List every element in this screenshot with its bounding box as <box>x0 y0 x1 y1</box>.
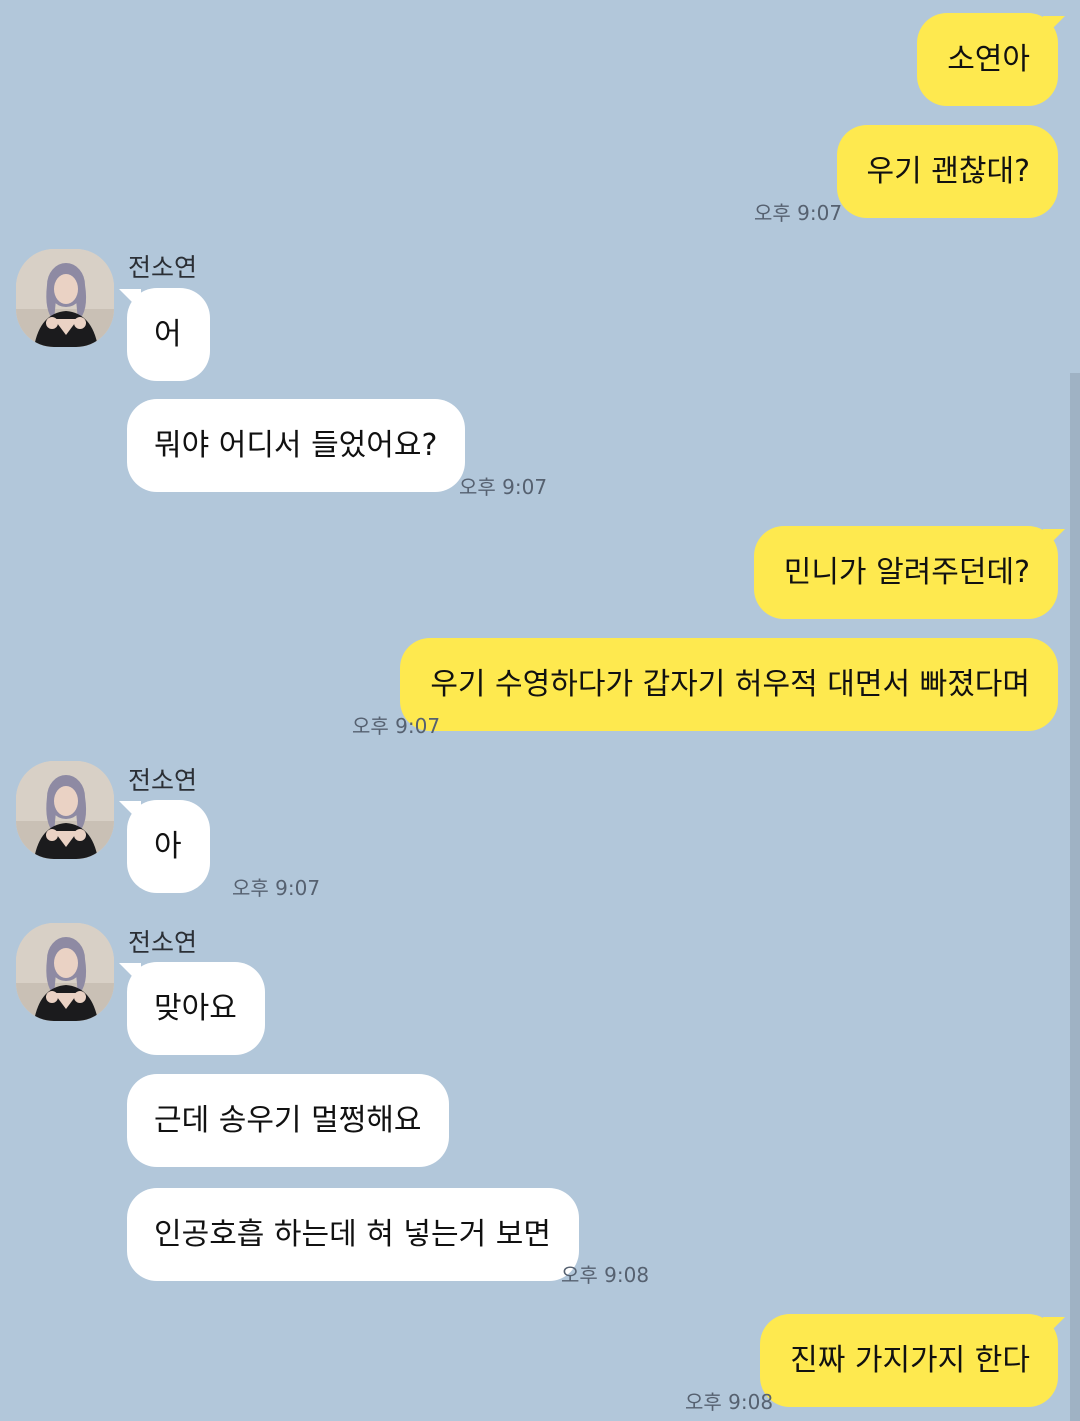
chat-scrollbar[interactable] <box>1070 373 1080 1421</box>
message-text: 아 <box>154 829 182 864</box>
sender-avatar[interactable] <box>16 761 114 859</box>
message-text: 민니가 알려주던데? <box>783 555 1030 590</box>
message-text: 맞아요 <box>154 991 237 1026</box>
message-text: 우기 수영하다가 갑자기 허우적 대면서 빠졌다며 <box>430 667 1030 702</box>
their-message-bubble[interactable]: 근데 송우기 멀쩡해요 <box>127 1074 450 1167</box>
sender-name: 전소연 <box>128 253 198 282</box>
their-message-bubble[interactable]: 맞아요 <box>127 962 265 1055</box>
my-message-bubble[interactable]: 소연아 <box>917 13 1058 106</box>
message-text: 진짜 가지가지 한다 <box>790 1343 1030 1378</box>
bubble-tail <box>119 963 141 985</box>
bubble-tail <box>1043 529 1065 551</box>
profile-photo-icon <box>16 761 114 859</box>
my-message-bubble[interactable]: 민니가 알려주던데? <box>753 526 1058 619</box>
their-message-bubble[interactable]: 인공호흡 하는데 혀 넣는거 보면 <box>127 1188 579 1281</box>
message-timestamp: 오후 9:08 <box>685 1390 774 1414</box>
my-message-bubble[interactable]: 진짜 가지가지 한다 <box>760 1314 1058 1407</box>
message-text: 어 <box>154 317 182 352</box>
sender-avatar[interactable] <box>16 923 114 1021</box>
message-text: 인공호흡 하는데 혀 넣는거 보면 <box>154 1217 551 1252</box>
bubble-tail <box>119 801 141 823</box>
sender-name: 전소연 <box>128 928 198 957</box>
chat-area[interactable]: 소연아 우기 괜찮대? 오후 9:07 전소연 어 뭐야 어디서 들었어요? 오… <box>0 0 1080 1421</box>
message-timestamp: 오후 9:07 <box>232 876 321 900</box>
profile-photo-icon <box>16 923 114 1021</box>
message-text: 근데 송우기 멀쩡해요 <box>154 1103 422 1138</box>
their-message-bubble[interactable]: 뭐야 어디서 들었어요? <box>127 399 466 492</box>
sender-name: 전소연 <box>128 766 198 795</box>
message-timestamp: 오후 9:07 <box>754 201 843 225</box>
message-text: 뭐야 어디서 들었어요? <box>154 428 438 463</box>
bubble-tail <box>1043 16 1065 38</box>
bubble-tail <box>1043 1317 1065 1339</box>
message-timestamp: 오후 9:08 <box>561 1263 650 1287</box>
my-message-bubble[interactable]: 우기 괜찮대? <box>836 125 1058 218</box>
message-timestamp: 오후 9:07 <box>459 475 548 499</box>
my-message-bubble[interactable]: 우기 수영하다가 갑자기 허우적 대면서 빠졌다며 <box>400 638 1058 731</box>
profile-photo-icon <box>16 249 114 347</box>
message-text: 소연아 <box>947 42 1030 77</box>
message-timestamp: 오후 9:07 <box>352 714 441 738</box>
message-text: 우기 괜찮대? <box>866 154 1030 189</box>
sender-avatar[interactable] <box>16 249 114 347</box>
bubble-tail <box>119 289 141 311</box>
